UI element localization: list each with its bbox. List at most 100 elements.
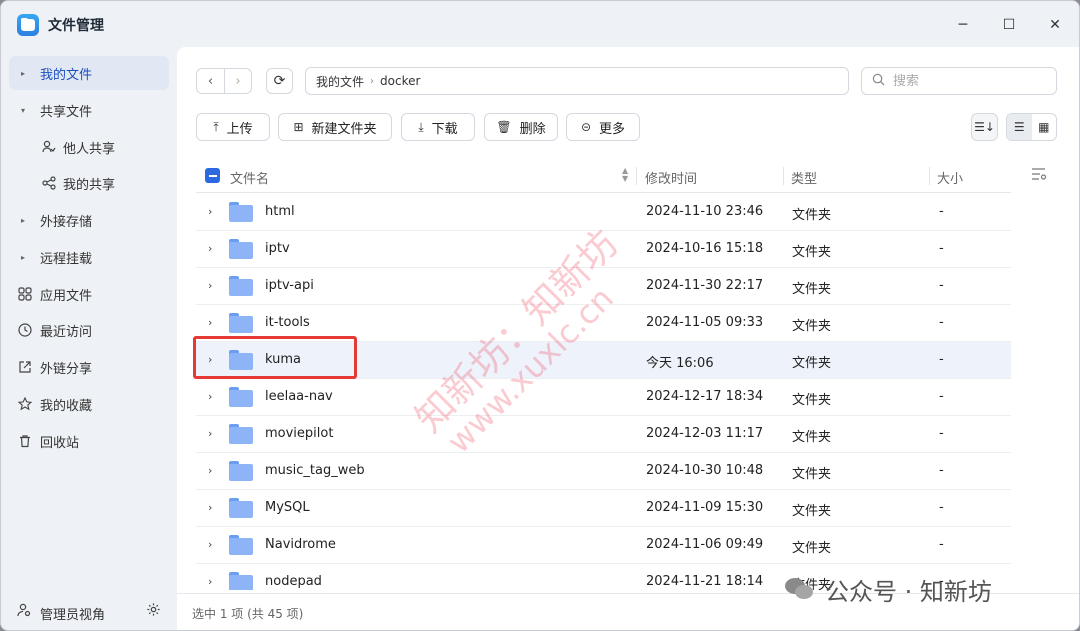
sidebar-item-my-files[interactable]: ▸ 我的文件 <box>9 56 169 90</box>
folder-icon <box>229 461 253 481</box>
file-size: - <box>939 426 944 441</box>
trash-icon: 🗑 <box>496 120 512 134</box>
file-name: iptv <box>265 241 290 256</box>
minimize-button[interactable]: ─ <box>949 11 977 39</box>
wechat-account-label: 公众号 · 知新坊 <box>825 577 992 606</box>
header-name[interactable]: 文件名 <box>230 168 269 187</box>
sidebar-item-favorites[interactable]: 我的收藏 <box>9 387 169 421</box>
table-row[interactable]: › moviepilot 2024-12-03 11:17 文件夹 - <box>196 416 1011 453</box>
expand-icon[interactable]: › <box>208 279 212 292</box>
file-manager-app-icon <box>17 14 39 36</box>
column-divider[interactable] <box>783 167 784 185</box>
column-divider[interactable] <box>929 167 930 185</box>
back-button[interactable]: ‹ <box>197 69 224 93</box>
table-header: 文件名 ▲ ▼ 修改时间 类型 大小 <box>196 159 1011 193</box>
folder-icon <box>229 313 253 333</box>
delete-button[interactable]: 🗑 删除 <box>484 113 558 141</box>
table-row[interactable]: › leelaa-nav 2024-12-17 18:34 文件夹 - <box>196 379 1011 416</box>
file-modified: 2024-11-21 18:14 <box>646 574 764 589</box>
refresh-icon: ⟳ <box>273 73 286 89</box>
search-input[interactable] <box>893 73 1043 89</box>
sidebar-item-shared-files[interactable]: ▾ 共享文件 <box>9 93 169 127</box>
more-button[interactable]: ⊝ 更多 <box>566 113 640 141</box>
sidebar-item-recycle-bin[interactable]: 回收站 <box>9 424 169 458</box>
maximize-button[interactable]: ☐ <box>995 11 1023 39</box>
list-view-button[interactable]: ☰ <box>1007 114 1032 140</box>
sidebar-item-external-storage[interactable]: ▸ 外接存储 <box>9 203 169 237</box>
download-button[interactable]: ⤓ 下载 <box>401 113 475 141</box>
expand-icon[interactable]: › <box>208 427 212 440</box>
expand-icon[interactable]: › <box>208 464 212 477</box>
file-modified: 2024-11-06 09:49 <box>646 537 764 552</box>
search-icon <box>872 73 885 90</box>
close-button[interactable]: ✕ <box>1041 11 1069 39</box>
breadcrumb-current[interactable]: docker <box>380 74 420 88</box>
file-type: 文件夹 <box>792 319 832 334</box>
table-row[interactable]: › html 2024-11-10 23:46 文件夹 - <box>196 194 1011 231</box>
caret-right-icon: ▸ <box>21 68 26 78</box>
window-title: 文件管理 <box>48 18 104 34</box>
sidebar-item-external-link[interactable]: 外链分享 <box>9 350 169 384</box>
select-all-checkbox[interactable] <box>205 168 220 183</box>
table-row[interactable]: › music_tag_web 2024-10-30 10:48 文件夹 - <box>196 453 1011 490</box>
grid-view-button[interactable]: ▦ <box>1032 114 1057 140</box>
sidebar-item-label: 最近访问 <box>40 324 93 340</box>
trash-icon <box>17 433 33 449</box>
file-type: 文件夹 <box>792 430 832 445</box>
external-link-icon <box>17 359 33 375</box>
file-type: 文件夹 <box>792 245 832 260</box>
sort-button[interactable]: ☰↓ <box>971 113 998 141</box>
column-settings-icon[interactable] <box>1031 167 1047 185</box>
file-modified: 2024-11-10 23:46 <box>646 204 764 219</box>
sidebar-item-shared-with-me[interactable]: 他人共享 <box>9 130 169 164</box>
new-folder-button[interactable]: ⊞ 新建文件夹 <box>278 113 392 141</box>
file-modified: 2024-11-05 09:33 <box>646 315 764 330</box>
sort-indicator-icon[interactable]: ▲ ▼ <box>622 167 628 183</box>
header-type[interactable]: 类型 <box>791 168 817 187</box>
header-modified[interactable]: 修改时间 <box>645 168 697 187</box>
expand-icon[interactable]: › <box>208 316 212 329</box>
sidebar-item-recent[interactable]: 最近访问 <box>9 313 169 347</box>
refresh-button[interactable]: ⟳ <box>266 68 293 94</box>
sidebar: ▸ 我的文件 ▾ 共享文件 他人共享 我的共享 ▸ 外接存储 ▸ 远程挂载 应用… <box>1 47 177 630</box>
gear-icon[interactable] <box>146 602 161 621</box>
breadcrumb[interactable]: 我的文件 › docker <box>305 67 849 95</box>
sidebar-item-my-shares[interactable]: 我的共享 <box>9 166 169 200</box>
file-manager-window: 文件管理 ─ ☐ ✕ ▸ 我的文件 ▾ 共享文件 他人共享 我的共享 ▸ 外接存… <box>0 0 1080 631</box>
expand-icon[interactable]: › <box>208 205 212 218</box>
file-type: 文件夹 <box>792 356 832 371</box>
star-icon <box>17 396 33 412</box>
table-row[interactable]: › iptv 2024-10-16 15:18 文件夹 - <box>196 231 1011 268</box>
upload-button[interactable]: ⤒ 上传 <box>196 113 270 141</box>
sidebar-item-app-files[interactable]: 应用文件 <box>9 277 169 311</box>
file-modified: 今天 16:06 <box>646 356 714 371</box>
expand-icon[interactable]: › <box>208 538 212 551</box>
table-row[interactable]: › Navidrome 2024-11-06 09:49 文件夹 - <box>196 527 1011 564</box>
file-list: › html 2024-11-10 23:46 文件夹 - › iptv 202… <box>196 194 1011 590</box>
file-type: 文件夹 <box>792 282 832 297</box>
file-size: - <box>939 352 944 367</box>
forward-button[interactable]: › <box>223 69 251 93</box>
annotation-highlight-box <box>193 336 357 379</box>
table-row[interactable]: › iptv-api 2024-11-30 22:17 文件夹 - <box>196 268 1011 305</box>
expand-icon[interactable]: › <box>208 242 212 255</box>
header-size[interactable]: 大小 <box>937 168 963 187</box>
file-modified: 2024-12-03 11:17 <box>646 426 764 441</box>
apps-icon <box>17 286 33 302</box>
table-row[interactable]: › MySQL 2024-11-09 15:30 文件夹 - <box>196 490 1011 527</box>
file-size: - <box>939 463 944 478</box>
folder-icon <box>229 535 253 555</box>
admin-user-icon <box>17 603 31 621</box>
wechat-icon <box>785 576 815 602</box>
column-divider[interactable] <box>636 167 637 185</box>
expand-icon[interactable]: › <box>208 575 212 588</box>
admin-view-label[interactable]: 管理员视角 <box>40 604 105 623</box>
expand-icon[interactable]: › <box>208 501 212 514</box>
expand-icon[interactable]: › <box>208 390 212 403</box>
sidebar-item-remote-mount[interactable]: ▸ 远程挂载 <box>9 240 169 274</box>
breadcrumb-root[interactable]: 我的文件 <box>316 73 364 90</box>
share-icon <box>41 175 57 191</box>
sidebar-item-label: 远程挂载 <box>40 251 93 267</box>
file-size: - <box>939 537 944 552</box>
caret-right-icon: ▸ <box>21 215 26 225</box>
